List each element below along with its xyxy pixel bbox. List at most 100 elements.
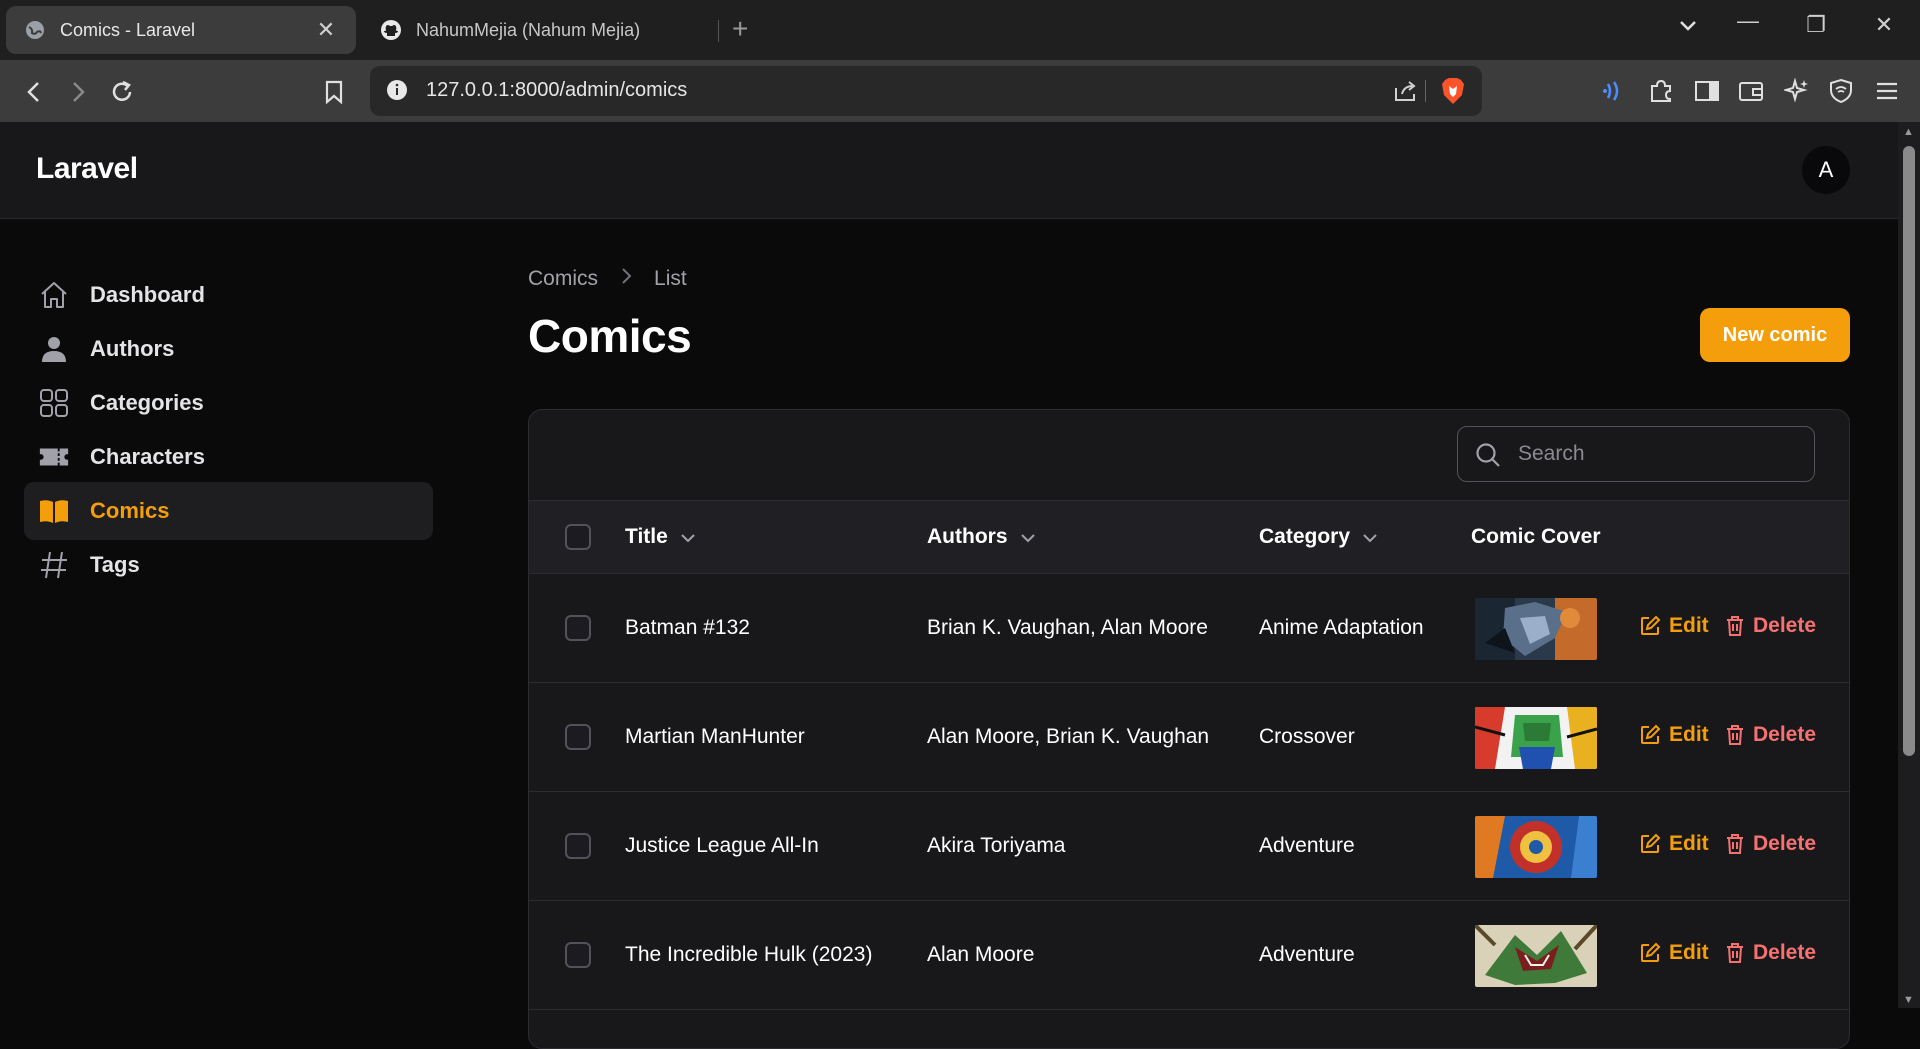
edit-button[interactable]: Edit [1639, 723, 1709, 747]
search-box[interactable] [1457, 426, 1815, 482]
trash-icon [1727, 616, 1743, 636]
breadcrumb: Comics List [528, 267, 687, 291]
new-tab-button[interactable]: + [732, 14, 748, 44]
speedreader-icon[interactable] [1600, 76, 1630, 106]
brave-shields-icon[interactable] [1440, 77, 1466, 110]
cell-authors: Alan Moore [927, 943, 1035, 966]
column-authors[interactable]: Authors [927, 525, 1036, 549]
forward-icon[interactable] [60, 74, 96, 110]
chevron-down-icon [1362, 525, 1378, 549]
table-row[interactable]: Martian ManHunter Alan Moore, Brian K. V… [529, 683, 1849, 792]
book-icon [38, 495, 70, 527]
brand-logo[interactable]: Laravel [36, 152, 138, 186]
browser-tab-github[interactable]: NahumMejia (Nahum Mejia) [362, 6, 712, 54]
sidebar-item-comics[interactable]: Comics [24, 482, 433, 540]
tab-search-icon[interactable] [1668, 12, 1708, 38]
scroll-down-icon[interactable]: ▼ [1903, 994, 1914, 1006]
column-title-label: Title [625, 525, 668, 548]
page-title: Comics [528, 310, 692, 362]
close-tab-icon[interactable]: ✕ [314, 17, 338, 43]
site-info-icon[interactable] [386, 79, 410, 103]
column-category[interactable]: Category [1259, 525, 1378, 549]
edit-label: Edit [1669, 941, 1709, 964]
tab-separator [718, 20, 719, 42]
share-icon[interactable] [1392, 78, 1418, 109]
column-category-label: Category [1259, 525, 1351, 548]
sidebar-item-categories[interactable]: Categories [24, 374, 433, 432]
sidebar-item-tags[interactable]: Tags [24, 536, 433, 594]
row-checkbox[interactable] [565, 942, 591, 968]
column-cover-label: Comic Cover [1471, 525, 1601, 548]
delete-label: Delete [1753, 614, 1817, 637]
select-all-checkbox[interactable] [565, 524, 591, 550]
tab-title: NahumMejia (Nahum Mejia) [416, 19, 641, 40]
browser-tab-active[interactable]: Comics - Laravel ✕ [6, 6, 356, 54]
row-checkbox[interactable] [565, 615, 591, 641]
cell-title[interactable]: Martian ManHunter [625, 725, 805, 749]
delete-button[interactable]: Delete [1725, 723, 1816, 747]
search-input[interactable] [1518, 439, 1798, 469]
ticket-icon [38, 441, 70, 473]
scroll-up-icon[interactable]: ▲ [1903, 126, 1914, 138]
omnibox-divider [1425, 80, 1426, 102]
cell-authors: Brian K. Vaughan, Alan Moore [927, 616, 1208, 639]
row-checkbox[interactable] [565, 724, 591, 750]
delete-button[interactable]: Delete [1725, 614, 1816, 638]
edit-button[interactable]: Edit [1639, 941, 1709, 965]
edit-icon [1641, 615, 1661, 635]
minimize-icon[interactable]: — [1728, 8, 1768, 34]
sidebar-item-label: Tags [90, 552, 140, 577]
table-row[interactable]: The Incredible Hulk (2023) Alan Moore Ad… [529, 901, 1849, 1010]
cell-title[interactable]: Justice League All-In [625, 834, 819, 858]
bookmark-icon[interactable] [316, 74, 352, 110]
delete-label: Delete [1753, 832, 1817, 855]
menu-icon[interactable] [1872, 76, 1902, 106]
cell-authors: Akira Toriyama [927, 834, 1066, 857]
restore-icon[interactable]: ❐ [1796, 12, 1836, 38]
sidebar-item-label: Categories [90, 390, 204, 415]
comic-cover-image [1475, 707, 1597, 769]
cell-category: Crossover [1259, 725, 1355, 748]
table-header: Title Authors Category Comic Cover [529, 500, 1849, 574]
sidebar-item-dashboard[interactable]: Dashboard [24, 266, 433, 324]
delete-button[interactable]: Delete [1725, 832, 1816, 856]
user-avatar[interactable]: A [1802, 146, 1850, 194]
column-title[interactable]: Title [625, 525, 696, 549]
close-window-icon[interactable]: ✕ [1864, 12, 1904, 38]
edit-button[interactable]: Edit [1639, 832, 1709, 856]
back-icon[interactable] [16, 74, 52, 110]
cell-category: Adventure [1259, 943, 1355, 966]
new-comic-button[interactable]: New comic [1700, 308, 1850, 362]
breadcrumb-comics[interactable]: Comics [528, 267, 598, 291]
page-scrollbar[interactable]: ▲ ▼ [1898, 122, 1920, 1008]
table-row[interactable]: Batman #132 Brian K. Vaughan, Alan Moore… [529, 574, 1849, 683]
cell-title[interactable]: The Incredible Hulk (2023) [625, 943, 872, 967]
app-topbar: Laravel A [0, 122, 1898, 219]
delete-label: Delete [1753, 723, 1817, 746]
comic-cover-image [1475, 816, 1597, 878]
cell-category: Anime Adaptation [1259, 616, 1424, 639]
edit-label: Edit [1669, 832, 1709, 855]
sidebar-item-characters[interactable]: Characters [24, 428, 433, 486]
extensions-icon[interactable] [1646, 76, 1676, 106]
reload-icon[interactable] [104, 74, 140, 110]
chevron-down-icon [1020, 525, 1036, 549]
wallet-icon[interactable] [1736, 76, 1766, 106]
comics-table-card: Title Authors Category Comic Cover Batma… [528, 409, 1850, 1049]
leo-ai-icon[interactable] [1782, 76, 1812, 106]
globe-icon [24, 19, 46, 41]
cell-authors: Alan Moore, Brian K. Vaughan [927, 725, 1210, 748]
search-icon [1474, 441, 1502, 474]
cell-title[interactable]: Batman #132 [625, 616, 750, 640]
address-bar[interactable]: 127.0.0.1:8000/admin/comics [370, 66, 1482, 116]
sidebar: Dashboard Authors Categories Characters … [0, 219, 460, 1008]
scrollbar-thumb[interactable] [1903, 146, 1915, 756]
sidebar-item-authors[interactable]: Authors [24, 320, 433, 378]
table-row[interactable]: Justice League All-In Akira Toriyama Adv… [529, 792, 1849, 901]
delete-button[interactable]: Delete [1725, 941, 1816, 965]
sidebar-toggle-icon[interactable] [1692, 76, 1722, 106]
sidebar-item-label: Comics [90, 498, 170, 523]
vpn-shield-icon[interactable] [1826, 76, 1856, 106]
edit-button[interactable]: Edit [1639, 614, 1709, 638]
row-checkbox[interactable] [565, 833, 591, 859]
